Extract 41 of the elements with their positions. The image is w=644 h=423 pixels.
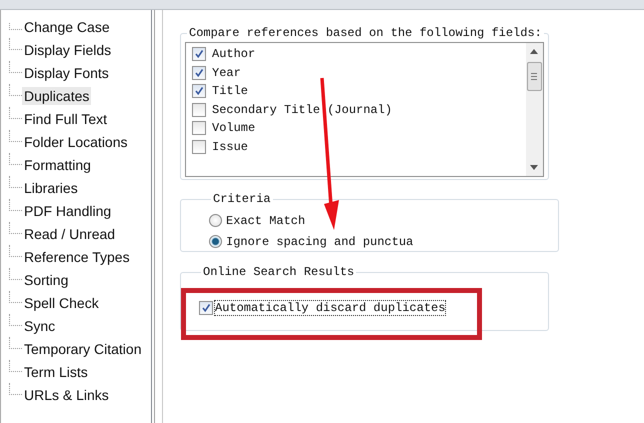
- checkbox[interactable]: [199, 301, 213, 315]
- checkbox[interactable]: [192, 47, 206, 62]
- tree-item[interactable]: Find Full Text: [22, 110, 109, 128]
- scroll-down-icon[interactable]: [530, 165, 538, 170]
- tree-item[interactable]: PDF Handling: [22, 202, 114, 220]
- field-label: Issue: [212, 140, 248, 154]
- tree-item[interactable]: Libraries: [22, 178, 80, 196]
- field-label: Secondary Title (Journal): [212, 102, 392, 117]
- radio-label: Ignore spacing and punctua: [226, 234, 414, 248]
- group-legend: Online Search Results: [201, 265, 356, 279]
- radio-button[interactable]: [209, 214, 222, 227]
- field-label: Year: [212, 66, 241, 80]
- scrollbar[interactable]: [526, 43, 543, 176]
- tree-item[interactable]: Term Lists: [22, 362, 90, 380]
- tree-item[interactable]: Read / Unread: [22, 224, 118, 242]
- tree-item[interactable]: Display Fields: [22, 40, 114, 58]
- checkbox[interactable]: [192, 121, 206, 136]
- group-legend: Criteria: [211, 192, 273, 206]
- tree-item[interactable]: Temporary Citation: [22, 340, 144, 358]
- tree-item[interactable]: URLs & Links: [22, 386, 111, 404]
- tree-item[interactable]: Reference Types: [22, 248, 132, 266]
- checkbox[interactable]: [192, 66, 206, 80]
- checkbox[interactable]: [192, 102, 206, 117]
- tree-item[interactable]: Folder Locations: [22, 132, 130, 150]
- tree-item[interactable]: Sorting: [22, 270, 70, 288]
- tree-item[interactable]: Display Fonts: [22, 64, 111, 82]
- tree-item[interactable]: Duplicates: [22, 86, 92, 104]
- group-legend: Compare references based on the following fields:: [187, 26, 544, 40]
- tree-item[interactable]: Spell Check: [22, 294, 101, 312]
- tree-item[interactable]: Change Case: [22, 18, 112, 36]
- radio-button[interactable]: [209, 235, 222, 248]
- tree-item[interactable]: Sync: [22, 316, 58, 334]
- scroll-up-icon[interactable]: [530, 49, 538, 54]
- checkbox[interactable]: [192, 140, 206, 154]
- field-label: Volume: [212, 121, 256, 136]
- tree-item[interactable]: Formatting: [22, 156, 93, 174]
- field-label: Title: [212, 84, 248, 98]
- field-label: Author: [212, 47, 256, 62]
- checkbox-label: Automatically discard duplicates: [215, 301, 446, 315]
- checkbox[interactable]: [192, 84, 206, 98]
- radio-label: Exact Match: [226, 214, 306, 228]
